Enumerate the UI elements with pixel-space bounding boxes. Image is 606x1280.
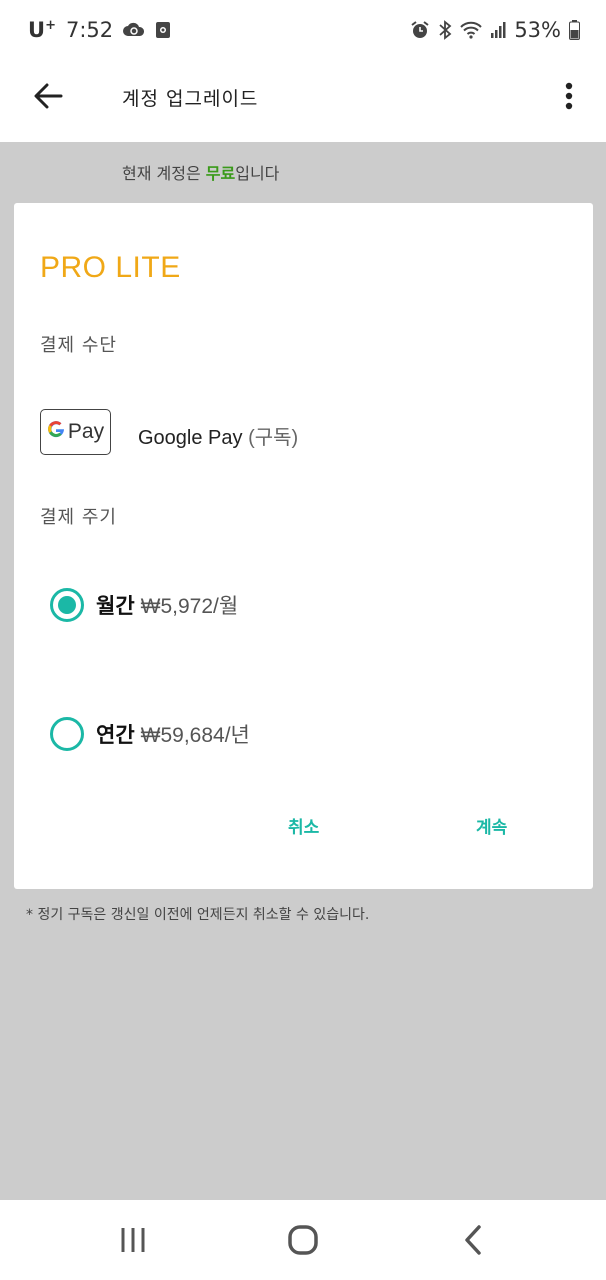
back-nav-button[interactable] xyxy=(453,1222,493,1262)
current-account-note: 현재 계정은 무료입니다 xyxy=(122,160,279,184)
battery-percent: 53% xyxy=(514,18,561,42)
account-note-prefix: 현재 계정은 xyxy=(122,164,206,183)
monthly-option-label: 월간 xyxy=(96,594,135,618)
home-icon xyxy=(288,1225,318,1259)
monthly-option[interactable]: 월간 ₩5,972/월 xyxy=(50,588,238,622)
yearly-option-label: 연간 xyxy=(96,723,135,747)
upgrade-dialog-card: PRO LITE 결제 수단 Pay Google Pay (구독) 결제 주기… xyxy=(14,203,593,889)
account-note-suffix: 입니다 xyxy=(235,164,280,183)
carrier-label: U+ xyxy=(28,18,56,42)
home-button[interactable] xyxy=(283,1222,323,1262)
back-nav-icon xyxy=(463,1225,483,1259)
radio-button-unselected[interactable] xyxy=(50,717,84,751)
wifi-icon xyxy=(460,21,483,39)
yearly-option[interactable]: 연간 ₩59,684/년 xyxy=(50,717,250,751)
radio-button-selected[interactable] xyxy=(50,588,84,622)
google-g-icon xyxy=(47,420,65,444)
screen-record-icon xyxy=(155,21,171,39)
recent-apps-button[interactable] xyxy=(113,1222,153,1262)
system-nav-bar xyxy=(0,1200,606,1280)
status-bar: U+ 7:52 53% xyxy=(0,0,606,60)
recent-apps-icon xyxy=(119,1227,147,1257)
payment-method-name: Google Pay (구독) xyxy=(138,427,299,449)
cancel-button[interactable]: 취소 xyxy=(288,813,319,838)
more-vert-icon xyxy=(565,82,573,114)
battery-icon xyxy=(569,20,580,40)
status-time: 7:52 xyxy=(65,18,114,42)
billing-cycle-label: 결제 주기 xyxy=(40,507,117,528)
gpay-badge-text: Pay xyxy=(67,420,105,443)
arrow-left-icon xyxy=(33,83,63,113)
monthly-option-price: ₩5,972/월 xyxy=(140,595,239,618)
payment-method-label: 결제 수단 xyxy=(40,335,117,356)
payment-method-detail: (구독) xyxy=(248,427,299,449)
back-button[interactable] xyxy=(28,78,68,118)
more-options-button[interactable] xyxy=(554,78,584,118)
status-right: 53% xyxy=(410,18,580,42)
cancellation-footnote: * 정기 구독은 갱신일 이전에 언제든지 취소할 수 있습니다. xyxy=(26,907,370,923)
google-pay-logo: Pay xyxy=(40,409,111,455)
bluetooth-icon xyxy=(438,20,452,40)
continue-button[interactable]: 계속 xyxy=(476,813,507,838)
account-plan-free: 무료 xyxy=(205,164,236,183)
alarm-icon xyxy=(410,20,430,40)
yearly-option-price: ₩59,684/년 xyxy=(140,724,250,747)
signal-icon xyxy=(490,21,506,39)
app-bar: 계정 업그레이드 xyxy=(0,60,606,142)
cloud-sync-icon xyxy=(123,21,145,39)
page-title: 계정 업그레이드 xyxy=(122,88,259,110)
status-left: U+ 7:52 xyxy=(28,18,171,42)
plan-title: PRO LITE xyxy=(40,251,181,284)
